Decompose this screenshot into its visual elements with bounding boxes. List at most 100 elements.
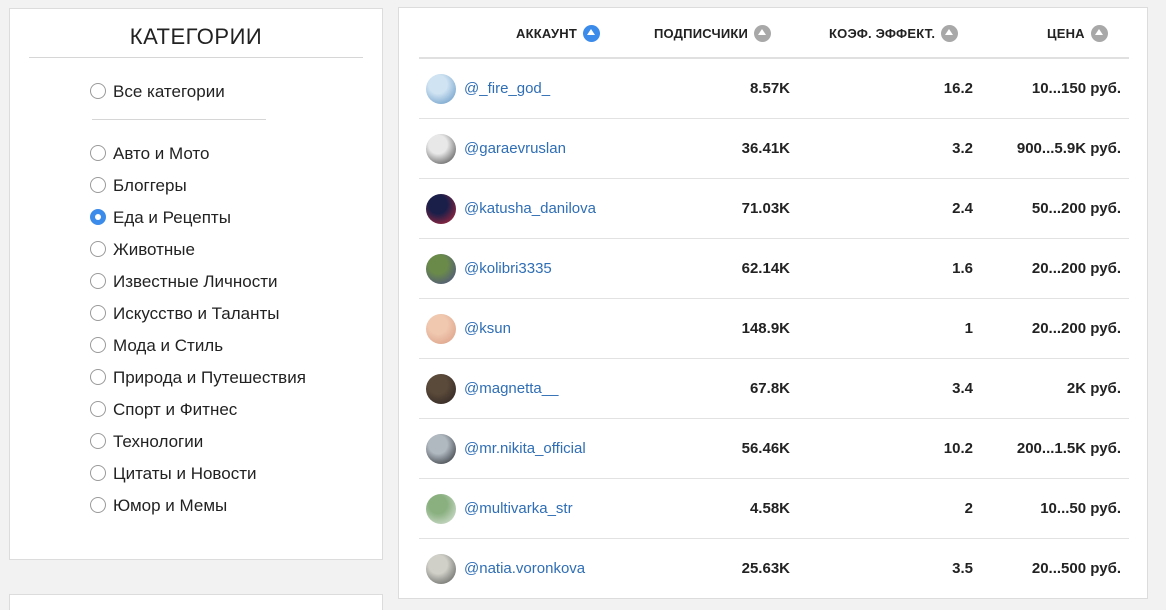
header-label: АККАУНТ [516,25,577,41]
account-link[interactable]: @katusha_danilova [464,199,596,219]
followers-count: 36.41K [741,140,790,157]
table-row: @multivarka_str 4.58K 2 10...50 руб. [419,479,1129,539]
account-link[interactable]: @magnetta__ [464,379,558,399]
account-link[interactable]: @kolibri3335 [464,259,552,279]
radio-checked-icon[interactable] [90,209,106,225]
engagement-coef: 10.2 [943,440,973,457]
price-range: 20...200 руб. [1031,260,1121,277]
account-link[interactable]: @natia.voronkova [464,559,585,579]
radio-icon[interactable] [90,465,106,481]
category-label: Блоггеры [113,176,187,195]
account-link[interactable]: @_fire_god_ [464,79,550,99]
followers-count: 56.46K [741,440,790,457]
category-list: Все категории Авто и Мото Блоггеры Еда и Р… [90,79,380,525]
category-item[interactable]: Юмор и Мемы [90,493,380,518]
category-item[interactable]: Мода и Стиль [90,333,380,358]
price-range: 20...200 руб. [1031,320,1121,337]
category-label: Мода и Стиль [113,336,224,355]
engagement-coef: 1 [964,320,973,337]
avatar[interactable] [426,74,456,104]
avatar[interactable] [426,134,456,164]
category-item[interactable]: Цитаты и Новости [90,461,380,486]
table-row: @katusha_danilova 71.03K 2.4 50...200 руб. [419,179,1129,239]
header-label: КОЭФ. ЭФФЕКТ. [829,25,936,41]
avatar[interactable] [426,374,456,404]
category-item[interactable]: Животные [90,237,380,262]
account-link[interactable]: @garaevruslan [464,139,566,159]
table-body: @_fire_god_ 8.57K 16.2 10...150 руб. @garaev… [419,59,1129,599]
avatar[interactable] [426,254,456,284]
price-range: 900...5.9K руб. [1016,140,1121,157]
category-item[interactable]: Спорт и Фитнес [90,397,380,422]
category-label: Еда и Рецепты [113,208,231,227]
category-label: Известные Личности [113,272,278,291]
category-label: Все категории [113,82,225,101]
price-range: 50...200 руб. [1031,200,1121,217]
followers-count: 67.8K [749,380,790,397]
sort-asc-icon[interactable] [1090,24,1108,42]
secondary-panel [9,594,383,610]
header-price[interactable]: ЦЕНА [1047,23,1108,43]
followers-count: 4.58K [749,500,790,517]
category-item[interactable]: Блоггеры [90,173,380,198]
avatar[interactable] [426,494,456,524]
engagement-coef: 16.2 [943,80,973,97]
radio-icon[interactable] [90,497,106,513]
account-link[interactable]: @multivarka_str [464,499,573,519]
account-link[interactable]: @mr.nikita_official [464,439,586,459]
engagement-coef: 2.4 [952,200,973,217]
price-range: 2K руб. [1066,380,1121,397]
radio-icon[interactable] [90,305,106,321]
table-row: @magnetta__ 67.8K 3.4 2K руб. [419,359,1129,419]
categories-title: КАТЕГОРИИ [29,9,363,58]
radio-icon[interactable] [90,337,106,353]
sort-asc-icon[interactable] [941,24,959,42]
followers-count: 148.9K [741,320,790,337]
radio-icon[interactable] [90,401,106,417]
radio-icon[interactable] [90,241,106,257]
table-row: @mr.nikita_official 56.46K 10.2 200...1.5K … [419,419,1129,479]
price-range: 200...1.5K руб. [1016,440,1121,457]
radio-icon[interactable] [90,369,106,385]
header-label: ПОДПИСЧИКИ [654,25,749,41]
category-all[interactable]: Все категории [90,79,380,104]
category-label: Искусство и Таланты [113,304,280,323]
avatar[interactable] [426,314,456,344]
category-item[interactable]: Еда и Рецепты [90,205,380,230]
avatar[interactable] [426,554,456,584]
followers-count: 25.63K [741,560,790,577]
categories-panel: КАТЕГОРИИ Все категории Авто и Мото Блогг… [9,8,383,560]
category-label: Юмор и Мемы [113,496,228,515]
sort-asc-icon[interactable] [582,24,600,42]
header-account[interactable]: АККАУНТ [516,23,600,43]
category-label: Цитаты и Новости [113,464,257,483]
header-coef[interactable]: КОЭФ. ЭФФЕКТ. [829,23,959,43]
radio-icon[interactable] [90,433,106,449]
category-item[interactable]: Авто и Мото [90,141,380,166]
radio-icon[interactable] [90,177,106,193]
account-link[interactable]: @ksun [464,319,511,339]
radio-icon[interactable] [90,273,106,289]
header-followers[interactable]: ПОДПИСЧИКИ [654,23,772,43]
engagement-coef: 3.4 [952,380,973,397]
table-row: @kolibri3335 62.14K 1.6 20...200 руб. [419,239,1129,299]
price-range: 10...150 руб. [1031,80,1121,97]
accounts-table: АККАУНТ ПОДПИСЧИКИ КОЭФ. ЭФФЕКТ. ЦЕНА @_… [398,7,1148,599]
engagement-coef: 1.6 [952,260,973,277]
engagement-coef: 2 [964,500,973,517]
header-label: ЦЕНА [1047,25,1085,41]
sort-asc-icon[interactable] [754,24,772,42]
category-item[interactable]: Искусство и Таланты [90,301,380,326]
radio-icon[interactable] [90,83,106,99]
category-item[interactable]: Природа и Путешествия [90,365,380,390]
engagement-coef: 3.5 [952,560,973,577]
engagement-coef: 3.2 [952,140,973,157]
category-label: Авто и Мото [113,144,210,163]
avatar[interactable] [426,194,456,224]
price-range: 10...50 руб. [1040,500,1121,517]
avatar[interactable] [426,434,456,464]
category-label: Природа и Путешествия [113,368,306,387]
category-item[interactable]: Технологии [90,429,380,454]
radio-icon[interactable] [90,145,106,161]
category-item[interactable]: Известные Личности [90,269,380,294]
